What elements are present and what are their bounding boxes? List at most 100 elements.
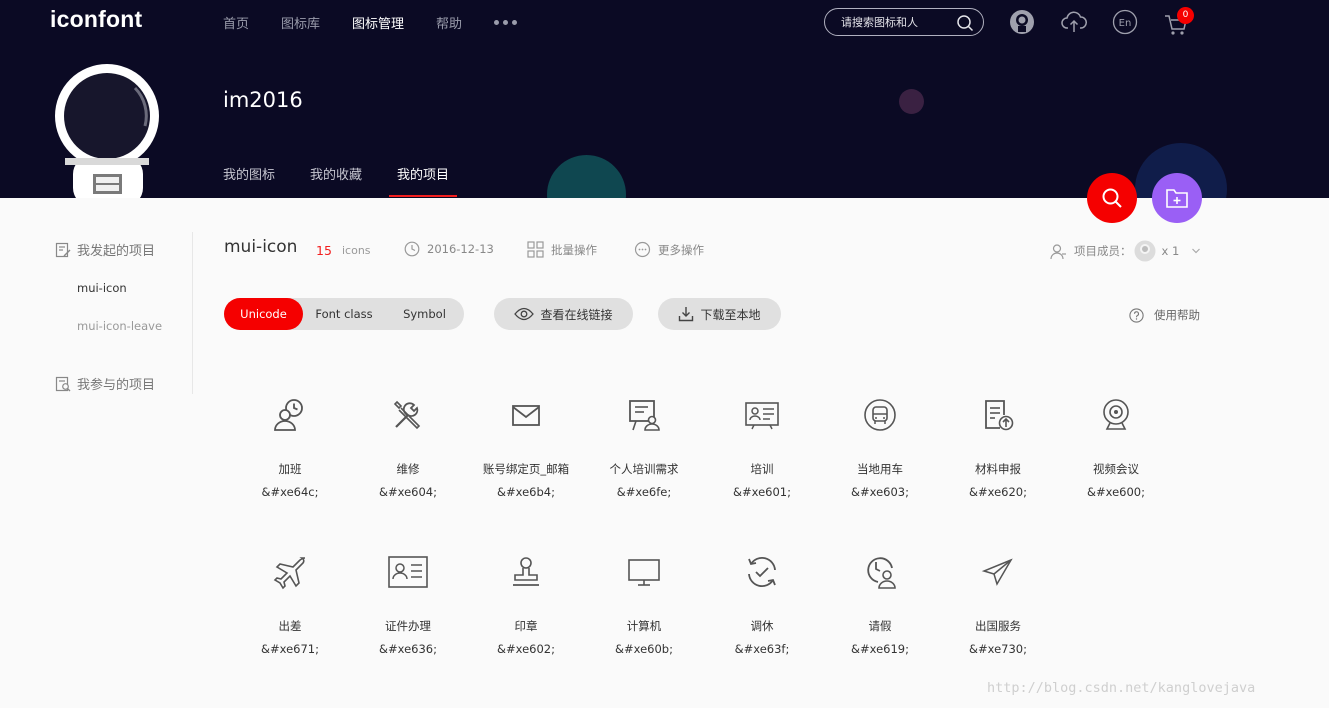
sidebar-joined-label: 我参与的项目 [77, 378, 156, 393]
icon-card-weixiu[interactable]: 维修 &#xe604; [349, 397, 467, 499]
batch-operation-label: 批量操作 [551, 242, 597, 257]
nav-home[interactable]: 首页 [223, 13, 249, 32]
icon-card-business-trip[interactable]: 出差 &#xe671; [231, 554, 349, 656]
user-avatar-icon[interactable] [1009, 9, 1035, 35]
icon-card-leave[interactable]: 请假 &#xe619; [821, 554, 939, 656]
icon-name: 计算机 [626, 619, 662, 633]
more-operation-button[interactable]: 更多操作 [634, 241, 704, 258]
icon-card-computer[interactable]: 计算机 &#xe60b; [585, 554, 703, 656]
download-icon [679, 307, 694, 322]
icon-card-day-off[interactable]: 调休 &#xe63f; [703, 554, 821, 656]
download-local-label: 下载至本地 [700, 307, 761, 322]
icon-card-jiaban[interactable]: 加班 &#xe64c; [231, 397, 349, 499]
project-members[interactable]: 项目成员： x 1 [1050, 240, 1201, 262]
mail-icon [512, 405, 540, 426]
more-circle-icon [634, 241, 651, 258]
icon-code: &#xe60b; [615, 642, 673, 656]
eye-icon [514, 307, 535, 321]
search-icon[interactable] [956, 14, 974, 32]
icon-name: 请假 [868, 619, 892, 633]
format-fontclass-button[interactable]: Font class [303, 298, 385, 330]
icon-name: 印章 [514, 619, 538, 633]
main-nav: 首页 图标库 图标管理 帮助 [223, 13, 518, 32]
nav-icon-management[interactable]: 图标管理 [352, 13, 404, 32]
icon-name: 出国服务 [975, 619, 1021, 633]
members-icon [1050, 243, 1066, 259]
webcam-icon [1103, 399, 1129, 430]
floating-new-project-button[interactable] [1152, 173, 1202, 223]
download-local-button[interactable]: 下载至本地 [658, 298, 781, 330]
astronaut-avatar [55, 64, 159, 198]
more-operation-label: 更多操作 [658, 242, 704, 257]
stamp-icon [513, 557, 539, 586]
search-input[interactable] [841, 14, 953, 30]
clock-person-icon [867, 557, 896, 589]
icon-card-local-car[interactable]: 当地用车 &#xe603; [821, 397, 939, 499]
icon-code: &#xe636; [379, 642, 437, 656]
id-board-icon [745, 402, 779, 430]
icon-card-training-need[interactable]: 个人培训需求 &#xe6fe; [585, 397, 703, 499]
icon-card-stamp[interactable]: 印章 &#xe602; [467, 554, 585, 656]
icon-card-id-processing[interactable]: 证件办理 &#xe636; [349, 554, 467, 656]
members-count: x 1 [1161, 244, 1180, 258]
tab-my-favorites[interactable]: 我的收藏 [310, 164, 362, 196]
sidebar-joined-heading[interactable]: 我参与的项目 [55, 374, 155, 393]
usage-help-label: 使用帮助 [1154, 308, 1200, 322]
icon-code: &#xe6fe; [616, 485, 672, 499]
decor-planet-small [899, 89, 924, 114]
sidebar-created-heading[interactable]: 我发起的项目 [55, 240, 155, 259]
icon-code: &#xe63f; [734, 642, 790, 656]
icon-code: &#xe600; [1087, 485, 1145, 499]
search-doc-icon [55, 376, 71, 391]
member-avatar[interactable] [1134, 240, 1156, 262]
icon-code: &#xe602; [497, 642, 555, 656]
tools-icon [393, 400, 421, 430]
sidebar-created-label: 我发起的项目 [77, 244, 156, 259]
icon-card-mail[interactable]: 账号绑定页_邮箱 &#xe6b4; [467, 397, 585, 499]
icon-card-overseas-service[interactable]: 出国服务 &#xe730; [939, 554, 1057, 656]
more-icon[interactable] [494, 14, 518, 32]
icon-name: 视频会议 [1093, 462, 1139, 476]
paper-plane-icon [981, 558, 1013, 586]
chevron-down-icon[interactable] [1191, 246, 1201, 256]
cloud-upload-icon[interactable] [1061, 9, 1087, 35]
language-icon[interactable]: En [1112, 9, 1138, 35]
tab-my-projects[interactable]: 我的项目 [389, 164, 458, 197]
icon-code: &#xe619; [851, 642, 909, 656]
format-symbol-button[interactable]: Symbol [385, 298, 464, 330]
sidebar-item-mui-icon-leave[interactable]: mui-icon-leave [77, 319, 162, 333]
project-sidebar: 我发起的项目 mui-icon mui-icon-leave 我参与的项目 [50, 232, 193, 394]
doc-upload-icon [985, 400, 1014, 431]
icon-name: 个人培训需求 [609, 462, 679, 476]
id-card-icon [388, 556, 428, 588]
project-icon-count: 15 [316, 243, 332, 258]
nav-icon-library[interactable]: 图标库 [281, 13, 320, 32]
icon-name: 加班 [278, 462, 302, 476]
project-icon-unit: icons [342, 244, 371, 257]
icon-card-material-report[interactable]: 材料申报 &#xe620; [939, 397, 1057, 499]
nav-help[interactable]: 帮助 [436, 13, 462, 32]
view-online-link-button[interactable]: 查看在线链接 [494, 298, 633, 330]
question-circle-icon [1129, 307, 1144, 323]
folder-add-icon [1166, 189, 1188, 208]
tab-my-icons[interactable]: 我的图标 [223, 164, 275, 196]
language-label: En [1119, 18, 1132, 29]
floating-search-button[interactable] [1087, 173, 1137, 223]
view-online-link-label: 查看在线链接 [540, 307, 613, 322]
icon-code: &#xe620; [969, 485, 1027, 499]
plane-icon [273, 557, 306, 590]
icon-card-peixun[interactable]: 培训 &#xe601; [703, 397, 821, 499]
usage-help-link[interactable]: 使用帮助 [1129, 307, 1200, 323]
batch-operation-button[interactable]: 批量操作 [527, 241, 597, 258]
format-switch: Unicode Font class Symbol [224, 298, 464, 330]
clock-user-icon [274, 399, 303, 431]
sidebar-item-mui-icon[interactable]: mui-icon [77, 281, 127, 295]
format-unicode-button[interactable]: Unicode [224, 298, 303, 330]
icon-card-video-meeting[interactable]: 视频会议 &#xe600; [1057, 397, 1175, 499]
profile-tabs: 我的图标 我的收藏 我的项目 [223, 164, 484, 197]
project-date-text: 2016-12-13 [427, 242, 494, 256]
cart-count-badge: 0 [1177, 7, 1194, 24]
iconfont-logo[interactable]: iconfont [50, 6, 142, 33]
icon-name: 调休 [750, 619, 774, 633]
icon-code: &#xe671; [261, 642, 319, 656]
